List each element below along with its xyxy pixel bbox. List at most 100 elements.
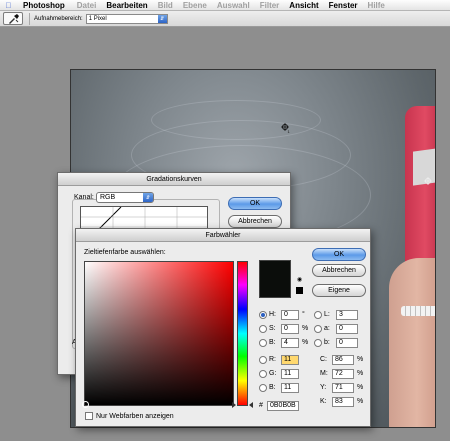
color-field-marker[interactable] — [82, 401, 89, 408]
hsb-b-row: B: 4 % — [259, 337, 308, 348]
g-radio[interactable] — [259, 369, 267, 378]
lab-b-label: b: — [324, 339, 330, 346]
hue-slider[interactable] — [237, 261, 248, 406]
curves-title: Gradationskurven — [58, 173, 290, 186]
picker-ok-button[interactable]: OK — [312, 248, 366, 261]
menu-filter[interactable]: Filter — [260, 1, 280, 10]
rgb-g-row: G: 11 — [259, 368, 299, 379]
c-label: C: — [320, 356, 327, 363]
k-label: K: — [320, 398, 327, 405]
new-color-swatch — [259, 260, 291, 298]
apple-menu-icon[interactable]:  — [4, 1, 13, 10]
b-radio[interactable] — [259, 338, 267, 347]
menu-hilfe[interactable]: Hilfe — [368, 1, 385, 10]
menu-ansicht[interactable]: Ansicht — [289, 1, 318, 10]
menu-auswahl[interactable]: Auswahl — [217, 1, 250, 10]
cmyk-k-row: K: 83 % — [320, 396, 363, 407]
m-unit: % — [357, 370, 364, 377]
eyedropper-tool-button[interactable] — [3, 12, 23, 25]
s-radio[interactable] — [259, 324, 267, 333]
picker-cancel-button[interactable]: Abbrechen — [312, 264, 366, 277]
menu-bearbeiten[interactable]: Bearbeiten — [106, 1, 147, 10]
arm — [389, 258, 435, 427]
hue-slider-arrow-right[interactable] — [249, 402, 253, 408]
hex-row: # 0B0B0B — [259, 400, 299, 411]
lab-b-radio[interactable] — [314, 338, 322, 347]
cmyk-y-row: Y: 71 % — [320, 382, 363, 393]
channel-label: Kanal: — [74, 194, 94, 201]
options-bar: Aufnahmebereich: 1 Pixel ⇵ — [0, 11, 450, 27]
y-unit: % — [357, 384, 364, 391]
a-input[interactable]: 0 — [336, 323, 358, 334]
k-unit: % — [357, 398, 364, 405]
curves-ok-button[interactable]: OK — [228, 197, 282, 210]
rgb-b-row: B: 11 — [259, 382, 299, 393]
menu-bild[interactable]: Bild — [158, 1, 173, 10]
s-input[interactable]: 0 — [281, 323, 299, 334]
m-label: M: — [320, 370, 328, 377]
g-label: G: — [269, 370, 277, 377]
hex-input[interactable]: 0B0B0B — [267, 400, 299, 411]
hue-slider-arrow-left[interactable] — [232, 402, 236, 408]
c-unit: % — [357, 356, 364, 363]
h-label: H: — [269, 311, 276, 318]
h-radio[interactable] — [259, 310, 267, 319]
a-radio[interactable] — [314, 324, 322, 333]
bracelet — [401, 306, 435, 316]
sample-size-label: Aufnahmebereich: — [34, 15, 83, 22]
picker-prompt: Zieltiefenfarbe auswählen: — [84, 249, 166, 256]
sample-size-value: 1 Pixel — [88, 15, 107, 22]
l-label: L: — [324, 311, 330, 318]
menu-app-name[interactable]: Photoshop — [23, 1, 65, 10]
lab-b-input[interactable]: 0 — [336, 337, 358, 348]
cmyk-c-row: C: 86 % — [320, 354, 363, 365]
lab-l-row: L: 3 — [314, 309, 358, 320]
web-colors-checkbox-row[interactable]: Nur Webfarben anzeigen — [85, 412, 174, 420]
y-input[interactable]: 71 — [332, 382, 354, 393]
h-input[interactable]: 0 — [281, 309, 299, 320]
channel-value: RGB — [100, 194, 116, 201]
hsb-s-row: S: 0 % — [259, 323, 308, 334]
g-input[interactable]: 11 — [281, 368, 299, 379]
b-label: B: — [269, 339, 276, 346]
l-radio[interactable] — [314, 310, 322, 319]
select-arrows-icon: ⇵ — [157, 14, 167, 23]
svg-text:1: 1 — [288, 129, 291, 133]
rgb-b-label: B: — [269, 384, 276, 391]
s-label: S: — [269, 325, 276, 332]
sample-size-select[interactable]: 1 Pixel ⇵ — [85, 13, 168, 24]
web-colors-label: Nur Webfarben anzeigen — [96, 412, 174, 420]
gamut-warning-icon[interactable]: ◉ — [296, 277, 303, 284]
lab-b-row: b: 0 — [314, 337, 358, 348]
lab-a-row: a: 0 — [314, 323, 358, 334]
b-unit: % — [302, 339, 309, 346]
web-safe-swatch[interactable] — [296, 287, 303, 294]
r-label: R: — [269, 356, 276, 363]
r-radio[interactable] — [259, 355, 267, 364]
y-label: Y: — [320, 384, 327, 391]
rgb-b-radio[interactable] — [259, 383, 267, 392]
color-field[interactable] — [82, 261, 234, 408]
r-input[interactable]: 11 — [281, 354, 299, 365]
rgb-b-input[interactable]: 11 — [281, 382, 299, 393]
picker-custom-button[interactable]: Eigene — [312, 284, 366, 297]
menu-fenster[interactable]: Fenster — [329, 1, 358, 10]
color-picker-dialog: Farbwähler Zieltiefenfarbe auswählen: ◉ … — [75, 228, 371, 427]
rgb-r-row: R: 11 — [259, 354, 299, 365]
hsb-h-row: H: 0 ° — [259, 309, 305, 320]
cmyk-m-row: M: 72 % — [320, 368, 363, 379]
k-input[interactable]: 83 — [332, 396, 354, 407]
picker-title: Farbwähler — [76, 229, 370, 242]
menu-datei[interactable]: Datei — [77, 1, 97, 10]
select-arrows-icon: ⇵ — [143, 193, 153, 202]
curves-cancel-button[interactable]: Abbrechen — [228, 215, 282, 228]
web-colors-checkbox[interactable] — [85, 412, 93, 420]
b-input[interactable]: 4 — [281, 337, 299, 348]
m-input[interactable]: 72 — [332, 368, 354, 379]
s-unit: % — [302, 325, 309, 332]
menu-ebene[interactable]: Ebene — [183, 1, 207, 10]
l-input[interactable]: 3 — [336, 309, 358, 320]
channel-select[interactable]: RGB ⇵ — [96, 192, 154, 203]
eyedropper-icon — [9, 13, 19, 24]
c-input[interactable]: 86 — [332, 354, 354, 365]
